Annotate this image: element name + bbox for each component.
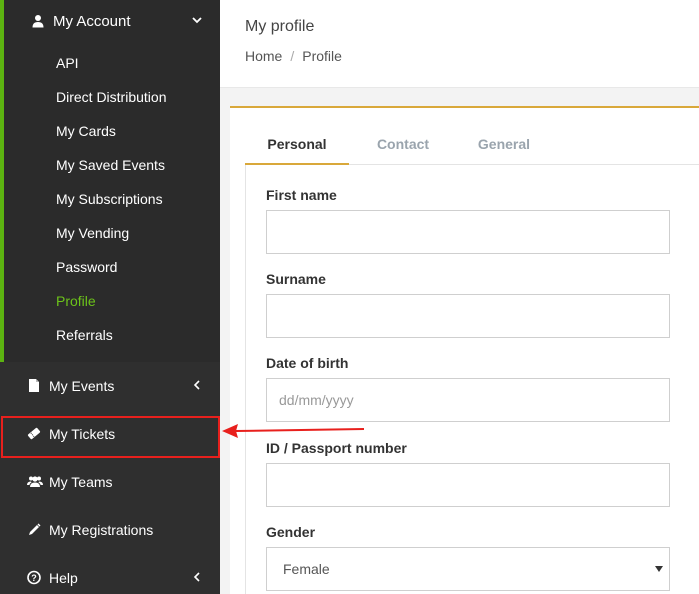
breadcrumb: Home / Profile [245,48,342,64]
first-name-label: First name [266,187,337,203]
sidebar-item-referrals[interactable]: Referrals [56,325,113,345]
sidebar-item-profile[interactable]: Profile [56,291,96,311]
user-icon [32,15,44,28]
sidebar-item-my-events[interactable]: My Events [0,364,220,408]
sidebar-item-api[interactable]: API [56,53,79,73]
sidebar-item-direct-distribution[interactable]: Direct Distribution [56,87,166,107]
sidebar-item-my-saved-events[interactable]: My Saved Events [56,155,165,175]
tab-personal[interactable]: Personal [245,127,349,165]
tab-contact[interactable]: Contact [361,127,445,165]
users-icon [27,476,43,487]
sidebar-item-my-registrations[interactable]: My Registrations [0,508,220,552]
gender-selected-value: Female [283,561,330,577]
id-passport-label: ID / Passport number [266,440,407,456]
date-of-birth-label: Date of birth [266,355,349,371]
question-icon: ? [27,570,41,585]
profile-tabs: Personal Contact General [245,127,699,165]
pencil-icon [29,523,41,535]
sidebar-item-my-teams[interactable]: My Teams [0,460,220,504]
annotation-arrow [222,424,365,438]
caret-down-icon [655,566,663,572]
breadcrumb-home[interactable]: Home [245,48,282,64]
sidebar-item-label: My Teams [49,474,113,490]
sidebar-item-label: My Registrations [49,522,154,538]
my-account-section: My Account API Direct Distribution My Ca… [0,0,220,362]
svg-text:?: ? [31,573,37,583]
my-account-toggle[interactable]: My Account [4,0,220,44]
chevron-left-icon [193,380,200,390]
gender-label: Gender [266,524,316,540]
sidebar-item-label: My Events [49,378,115,394]
tab-general[interactable]: General [461,127,547,165]
sidebar-item-label: Help [49,570,78,586]
highlight-box [1,416,220,458]
page-header: My profile Home / Profile [220,0,699,88]
my-account-label: My Account [53,13,131,30]
page-title: My profile [245,18,315,35]
breadcrumb-separator: / [290,48,295,64]
sidebar-item-my-vending[interactable]: My Vending [56,223,129,243]
chevron-down-icon [192,17,202,24]
chevron-left-icon [193,572,200,582]
gender-select[interactable]: Female [266,547,670,591]
sidebar-item-my-cards[interactable]: My Cards [56,121,116,141]
sidebar-item-help[interactable]: ? Help [0,556,220,594]
surname-field[interactable] [266,294,670,338]
file-icon [29,379,39,392]
sidebar: My Account API Direct Distribution My Ca… [0,0,220,594]
surname-label: Surname [266,271,326,287]
date-of-birth-field[interactable]: dd/mm/yyyy [266,378,670,422]
id-passport-field[interactable] [266,463,670,507]
sidebar-item-password[interactable]: Password [56,257,117,277]
first-name-field[interactable] [266,210,670,254]
breadcrumb-current: Profile [302,48,342,64]
sidebar-item-my-subscriptions[interactable]: My Subscriptions [56,189,163,209]
